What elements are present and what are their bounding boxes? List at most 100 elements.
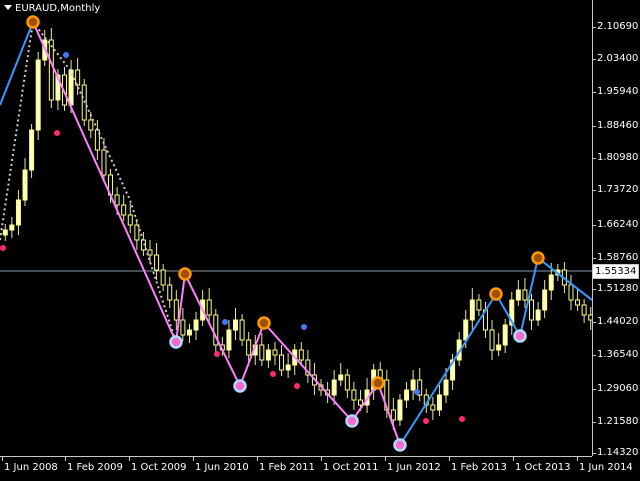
candle-body (134, 224, 140, 241)
candle-body (515, 289, 521, 301)
candle-body (331, 379, 337, 396)
candle-body (496, 344, 502, 351)
swing-low-marker (345, 414, 359, 428)
price-axis-tick (593, 92, 596, 93)
candle-body (476, 299, 482, 311)
price-plot[interactable] (0, 0, 592, 456)
price-axis-label: 1.95940 (597, 86, 639, 97)
candle-body (272, 349, 278, 356)
price-axis-tick (593, 453, 596, 454)
price-axis-tick (593, 355, 596, 356)
candle-body (581, 304, 587, 316)
time-axis-tick (385, 457, 386, 461)
candle-body (298, 349, 304, 361)
price-axis-label: 1.44020 (597, 316, 639, 327)
time-axis-label: 1 Feb 2013 (451, 462, 507, 473)
fractal-down-dot (270, 371, 276, 377)
price-axis-tick (593, 389, 596, 390)
time-axis-label: 1 Jun 2014 (579, 462, 633, 473)
candle-body (548, 274, 554, 291)
time-axis-tick (65, 457, 66, 461)
price-axis-label: 1.80980 (597, 152, 639, 163)
candle-body (173, 299, 179, 321)
candle-body (22, 169, 28, 201)
candle-body (121, 204, 127, 216)
price-axis-tick (593, 158, 596, 159)
candle-body (502, 324, 508, 346)
candle-body (226, 329, 232, 351)
candle-body (88, 119, 94, 131)
candle-body (463, 319, 469, 341)
time-axis-label: 1 Oct 2011 (323, 462, 379, 473)
swing-high-marker (531, 251, 545, 265)
price-axis-tick (593, 422, 596, 423)
candle-body (568, 284, 574, 301)
fractal-down-dot (459, 416, 465, 422)
candle-body (246, 339, 252, 356)
time-axis-label: 1 Jun 2010 (195, 462, 249, 473)
candle-body (390, 409, 396, 421)
candle-body (430, 404, 436, 411)
time-axis[interactable]: 1 Jun 2008 1 Feb 2009 1 Oct 2009 1 Jun 2010… (0, 456, 633, 481)
candle-body (48, 39, 54, 101)
time-axis-tick (577, 457, 578, 461)
candle-body (443, 379, 449, 396)
price-axis-label: 2.10690 (597, 21, 639, 32)
fractal-down-dot (0, 245, 6, 251)
price-axis-tick (593, 59, 596, 60)
time-axis-label: 1 Oct 2013 (515, 462, 571, 473)
candle-body (29, 129, 35, 171)
candle-body (436, 394, 442, 411)
time-axis-tick (321, 457, 322, 461)
current-price-tag: 1.55334 (592, 264, 639, 279)
candle-body (206, 299, 212, 316)
swing-high-marker (371, 376, 385, 390)
price-axis-label: 1.51280 (597, 283, 639, 294)
candle-body (529, 299, 535, 321)
candle-body (469, 299, 475, 321)
price-axis-label: 1.58760 (597, 252, 639, 263)
swing-low-marker (233, 379, 247, 393)
swing-low-marker (393, 438, 407, 452)
trend-line-blue (0, 21, 34, 106)
candle-body (410, 379, 416, 391)
candle-body (522, 289, 528, 301)
price-axis-label: 1.21580 (597, 416, 639, 427)
price-axis-tick (593, 322, 596, 323)
candle-body (239, 319, 245, 341)
price-axis-label: 1.14320 (597, 447, 639, 458)
time-axis-label: 1 Feb 2009 (67, 462, 123, 473)
price-axis-tick (593, 258, 596, 259)
swing-high-marker (178, 267, 192, 281)
candle-body (167, 284, 173, 301)
price-axis-label: 1.73720 (597, 184, 639, 195)
candle-body (265, 349, 271, 361)
time-axis-label: 1 Jun 2012 (387, 462, 441, 473)
candle-body (127, 214, 133, 226)
chart-window[interactable]: EURAUD,Monthly 2.10690 2.03400 1.95940 1.88… (0, 0, 640, 480)
candle-body (15, 199, 21, 226)
candle-body (357, 399, 363, 406)
candle-body (35, 59, 41, 131)
candle-body (259, 344, 265, 361)
fractal-up-dot (414, 389, 420, 395)
candle-body (9, 224, 15, 231)
time-axis-label: 1 Feb 2011 (259, 462, 315, 473)
candle-body (575, 299, 581, 306)
swing-high-marker (26, 15, 40, 29)
price-axis-tick (593, 126, 596, 127)
candle-body (344, 374, 350, 391)
fractal-up-dot (301, 324, 307, 330)
swing-high-marker (257, 316, 271, 330)
candle-body (193, 319, 199, 331)
time-axis-tick (257, 457, 258, 461)
fractal-up-dot (63, 52, 69, 58)
price-axis-tick (593, 190, 596, 191)
fractal-down-dot (423, 418, 429, 424)
candle-body (114, 194, 120, 206)
candle-body (338, 374, 344, 381)
candle-body (186, 329, 192, 336)
price-axis[interactable]: 2.10690 2.03400 1.95940 1.88460 1.80980 1.737… (592, 0, 640, 458)
time-axis-tick (513, 457, 514, 461)
swing-low-marker (169, 335, 183, 349)
